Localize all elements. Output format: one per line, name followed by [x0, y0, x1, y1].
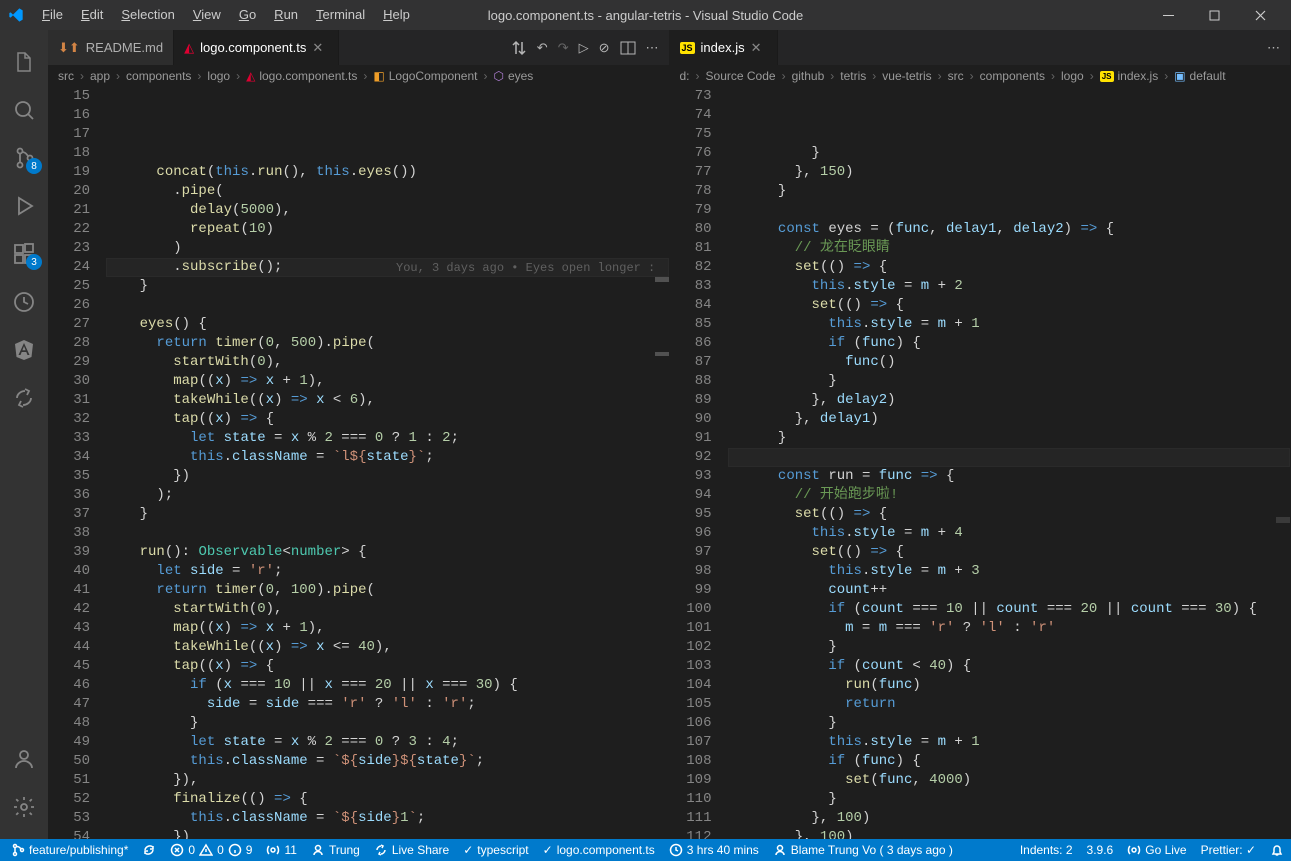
breadcrumb-item: logo: [207, 69, 230, 83]
minimize-button[interactable]: [1145, 0, 1191, 30]
code-content[interactable]: } }, 150) } const eyes = (func, delay1, …: [728, 87, 1291, 839]
more-actions-icon[interactable]: ⋯: [1267, 40, 1280, 56]
angular-file-icon: ◭: [184, 40, 194, 56]
extensions-icon[interactable]: 3: [0, 230, 48, 278]
titlebar: File Edit Selection View Go Run Terminal…: [0, 0, 1291, 30]
codelens-blame: You, 3 days ago • Eyes open longer :: [396, 259, 655, 278]
menu-terminal[interactable]: Terminal: [308, 0, 373, 30]
explorer-icon[interactable]: [0, 38, 48, 86]
vscode-logo-icon: [8, 7, 24, 23]
tabbar-right: JS index.js ✕ ⋯: [670, 30, 1291, 65]
status-indents[interactable]: Indents: 2: [1013, 839, 1080, 861]
status-ports[interactable]: 11: [259, 839, 303, 861]
go-forward-icon[interactable]: ↷: [558, 40, 569, 56]
status-blame[interactable]: Blame Trung Vo ( 3 days ago ): [766, 839, 960, 861]
code-content[interactable]: You, 3 days ago • Eyes open longer : con…: [106, 87, 669, 839]
breadcrumb-item: components: [126, 69, 191, 83]
status-prettier[interactable]: Prettier: ✓: [1194, 839, 1263, 861]
tabbar-left: ⬇⬆ README.md ◭ logo.component.ts ✕ ↶ ↷ ▷…: [48, 30, 669, 65]
menu-file[interactable]: File: [34, 0, 71, 30]
menu-run[interactable]: Run: [266, 0, 306, 30]
maximize-button[interactable]: [1191, 0, 1237, 30]
tab-label: README.md: [86, 40, 163, 55]
search-icon[interactable]: [0, 86, 48, 134]
split-editor-icon[interactable]: [620, 40, 636, 56]
close-button[interactable]: [1237, 0, 1283, 30]
menu-go[interactable]: Go: [231, 0, 264, 30]
status-lang[interactable]: ✓ typescript: [456, 839, 535, 861]
status-problems[interactable]: 0 0 9: [163, 839, 259, 861]
statusbar: feature/publishing* 0 0 9 11 Trung Live …: [0, 839, 1291, 861]
scm-icon[interactable]: 8: [0, 134, 48, 182]
menu-edit[interactable]: Edit: [73, 0, 111, 30]
scm-badge: 8: [26, 158, 42, 174]
debug-icon[interactable]: [0, 182, 48, 230]
stop-icon[interactable]: ⊘: [599, 40, 610, 56]
ext-badge: 3: [26, 254, 42, 270]
status-file[interactable]: ✓ logo.component.ts: [536, 839, 662, 861]
clock-icon[interactable]: [0, 278, 48, 326]
overview-ruler[interactable]: [655, 87, 669, 839]
status-user[interactable]: Trung: [304, 839, 367, 861]
breadcrumb-right[interactable]: d:› Source Code› github› tetris› vue-tet…: [670, 65, 1291, 87]
breadcrumb-item: app: [90, 69, 110, 83]
account-icon[interactable]: [0, 735, 48, 783]
status-ts-version[interactable]: 3.9.6: [1080, 839, 1121, 861]
breadcrumb-item: ◧ LogoComponent: [373, 69, 477, 83]
run-icon[interactable]: ▷: [579, 40, 589, 56]
status-golive[interactable]: Go Live: [1120, 839, 1193, 861]
tab-close-icon[interactable]: ✕: [312, 40, 328, 56]
tab-logo-component[interactable]: ◭ logo.component.ts ✕: [174, 30, 339, 65]
tab-label: logo.component.ts: [200, 40, 306, 55]
code-editor-left[interactable]: 1516171819202122232425262728293031323334…: [48, 87, 669, 839]
angular-icon[interactable]: [0, 326, 48, 374]
more-actions-icon[interactable]: ⋯: [646, 40, 659, 56]
status-sync[interactable]: [135, 839, 163, 861]
overview-ruler[interactable]: [1276, 87, 1290, 839]
status-bell[interactable]: [1263, 839, 1291, 861]
status-time[interactable]: 3 hrs 40 mins: [662, 839, 766, 861]
js-file-icon: JS: [680, 42, 695, 54]
breadcrumb-item: src: [58, 69, 74, 83]
breadcrumb-item: ⬡ eyes: [493, 69, 533, 83]
code-editor-right[interactable]: 7374757677787980818283848586878889909192…: [670, 87, 1291, 839]
line-gutter: 7374757677787980818283848586878889909192…: [670, 87, 728, 839]
line-gutter: 1516171819202122232425262728293031323334…: [48, 87, 106, 839]
tab-close-icon[interactable]: ✕: [751, 40, 767, 56]
tab-readme[interactable]: ⬇⬆ README.md: [48, 30, 174, 65]
breadcrumb-item: ◭ logo.component.ts: [246, 69, 357, 83]
go-back-icon[interactable]: ↶: [537, 40, 548, 56]
compare-changes-icon[interactable]: [511, 40, 527, 56]
share-icon[interactable]: [0, 374, 48, 422]
status-branch[interactable]: feature/publishing*: [4, 839, 135, 861]
tab-label: index.js: [701, 40, 745, 55]
markdown-file-icon: ⬇⬆: [58, 40, 80, 56]
menu-selection[interactable]: Selection: [113, 0, 182, 30]
menu-help[interactable]: Help: [375, 0, 418, 30]
settings-icon[interactable]: [0, 783, 48, 831]
tab-index-js[interactable]: JS index.js ✕: [670, 30, 778, 65]
menu-view[interactable]: View: [185, 0, 229, 30]
activity-bar: 8 3: [0, 30, 48, 839]
editor-pane-right: JS index.js ✕ ⋯ d:› Source Code› github›…: [670, 30, 1291, 839]
editor-pane-left: ⬇⬆ README.md ◭ logo.component.ts ✕ ↶ ↷ ▷…: [48, 30, 670, 839]
breadcrumb-left[interactable]: src› app› components› logo› ◭ logo.compo…: [48, 65, 669, 87]
status-liveshare[interactable]: Live Share: [367, 839, 456, 861]
window-title: logo.component.ts - angular-tetris - Vis…: [488, 8, 804, 23]
